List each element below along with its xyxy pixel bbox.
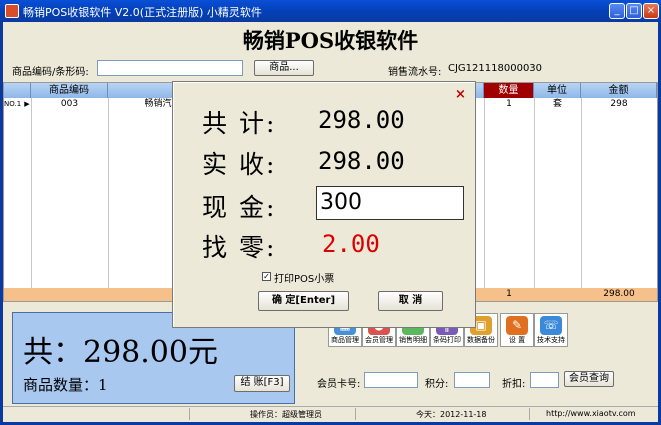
toolbar-label: 会员管理 [365,336,393,344]
total-qty: 1 [506,289,512,299]
cell-unit: 套 [552,99,562,109]
points-input[interactable] [454,372,490,388]
checkout-button[interactable]: 结 账[F3] [234,375,290,392]
cell-amount: 298 [610,99,628,109]
print-receipt-label: 打印POS小票 [274,274,335,285]
toolbar-label: 销售明细 [399,336,427,344]
cash-input[interactable]: 300 [316,186,464,220]
received-label: 实 收: [202,150,277,179]
discount-input[interactable] [530,372,559,388]
item-count: 商品数量：1 [23,376,108,394]
product-lookup-button[interactable]: 商品... [254,60,314,76]
column-header-qty[interactable]: 数量 [484,83,534,98]
operator-status: 操作员：超级管理员 [250,410,322,419]
close-button[interactable]: × [643,3,659,19]
cancel-button[interactable]: 取 消 [378,291,443,311]
change-value: 2.00 [322,230,380,258]
member-card-input[interactable] [364,372,418,388]
status-bar: 操作员：超级管理员 今天：2012-11-18 http://www.xiaot… [3,406,658,421]
member-query-button[interactable]: 会员查询 [564,371,614,387]
date-status: 今天：2012-11-18 [416,410,487,419]
grand-total: 共：298.00元 [23,335,218,370]
payment-dialog: × 共 计: 298.00 实 收: 298.00 现 金: 300 找 零: … [172,81,476,328]
column-header-amount[interactable]: 金额 [581,83,657,98]
cash-label: 现 金: [202,193,277,222]
maximize-button[interactable]: □ [626,3,642,19]
title-bar: 畅销POS收银软件 V2.0(正式注册版) 小精灵软件 _ □ × [0,0,661,22]
total-amount: 298.00 [603,289,635,299]
column-header-code[interactable]: 商品编码 [31,83,108,98]
toolbar-label: 条码打印 [433,336,461,344]
table-corner-header [4,83,31,98]
points-label: 积分: [425,379,449,390]
column-header-unit[interactable]: 单位 [534,83,581,98]
serial-label: 销售流水号: [388,67,442,78]
barcode-label: 商品编码/条形码: [12,67,89,78]
barcode-input[interactable] [97,60,243,76]
website-status: http://www.xiaotv.com [546,409,636,418]
app-title: 畅销POS收银软件 [242,28,419,53]
minimize-button[interactable]: _ [609,3,625,19]
toolbar-label: 数据备份 [467,336,495,344]
toolbar-label: 商品管理 [331,336,359,344]
received-value: 298.00 [318,147,405,175]
toolbar-label: 设 置 [508,336,526,344]
discount-label: 折扣: [502,379,526,390]
confirm-button[interactable]: 确 定[Enter] [258,291,349,311]
window-title: 畅销POS收银软件 V2.0(正式注册版) 小精灵软件 [23,6,262,19]
member-card-label: 会员卡号: [317,379,361,390]
toolbar-tech-support[interactable]: ☏ 技术支持 [534,313,568,347]
change-label: 找 零: [202,233,277,262]
tech-support-icon: ☏ [540,316,562,335]
cell-qty: 1 [506,99,512,109]
settings-icon: ✎ [506,316,528,335]
cell-code: 003 [60,99,79,109]
row-pointer-icon: ▶ [24,100,30,108]
print-receipt-checkbox[interactable]: ✓ [262,272,271,281]
total-label: 共 计: [202,109,277,138]
app-icon [5,4,19,18]
toolbar-label: 技术支持 [537,336,565,344]
dialog-close-icon[interactable]: × [455,87,466,102]
serial-number: CJG121118000030 [448,63,543,74]
row-number: NO.1 [4,100,22,108]
total-value: 298.00 [318,106,405,134]
toolbar-settings[interactable]: ✎ 设 置 [500,313,534,347]
